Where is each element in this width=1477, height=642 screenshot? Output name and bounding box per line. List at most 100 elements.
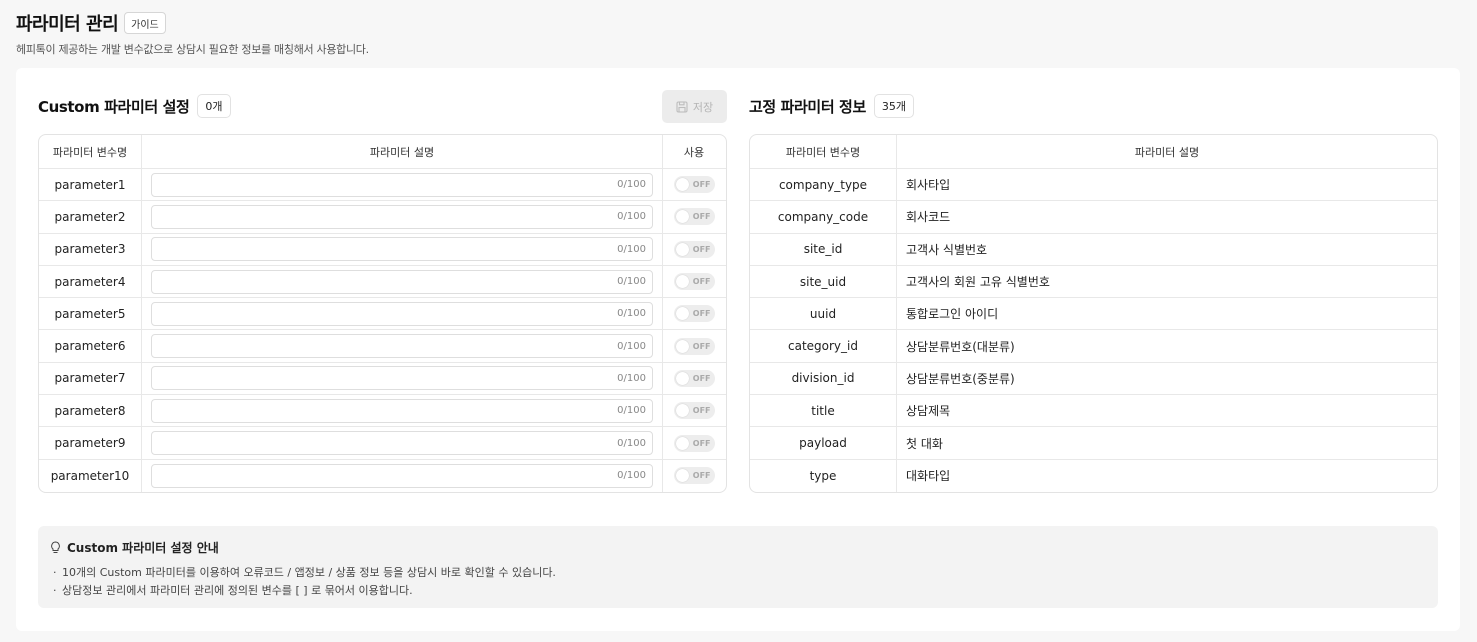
parameter-name: parameter6 [39,330,142,362]
table-row: parameter8 0/100 OFF [39,395,726,428]
fixed-parameter-description: 대화타입 [906,469,951,484]
fixed-parameter-description: 회사타입 [906,178,951,193]
fixed-parameter-name: type [750,459,897,492]
table-row: parameter3 0/100 OFF [39,233,726,266]
table-row: parameter1 0/100 OFF [39,169,726,202]
table-row: type 대화타입 [750,459,1437,492]
parameter-description-cell: 0/100 [142,169,663,201]
parameter-description-cell: 0/100 [142,427,663,459]
use-toggle[interactable]: OFF [673,208,715,226]
use-cell: OFF [663,266,725,297]
toggle-state-label: OFF [692,471,711,481]
fixed-parameter-table: 파라미터 변수명 파라미터 설명 company_type 회사타입 company… [749,134,1438,493]
parameter-description-input[interactable]: 0/100 [151,237,653,262]
use-toggle[interactable]: OFF [673,273,715,291]
list-item: · 10개의 Custom 파라미터를 이용하여 오류코드 / 앱정보 / 상품 … [50,564,1426,582]
table-header-row: 파라미터 변수명 파라미터 설명 [750,135,1437,169]
character-counter: 0/100 [617,340,646,352]
table-row: division_id 상담분류번호(중분류) [750,362,1437,396]
toggle-knob [675,404,689,418]
parameter-description-input[interactable]: 0/100 [151,301,653,326]
parameter-description-input[interactable]: 0/100 [151,366,653,391]
use-toggle[interactable]: OFF [673,402,715,420]
character-counter: 0/100 [617,211,646,223]
use-toggle[interactable]: OFF [673,176,715,194]
column-header-use: 사용 [683,145,705,159]
fixed-parameter-description: 고객사의 회원 고유 식별번호 [906,275,1050,290]
use-toggle[interactable]: OFF [673,240,715,258]
table-row: site_uid 고객사의 회원 고유 식별번호 [750,265,1437,299]
save-button-label: 저장 [692,100,714,114]
toggle-knob [675,275,689,289]
parameter-description-cell: 0/100 [142,265,663,298]
use-cell: OFF [663,234,725,265]
custom-count-badge: 0개 [197,94,231,118]
fixed-parameter-description: 상담분류번호(중분류) [906,371,1015,386]
use-toggle[interactable]: OFF [673,369,715,387]
parameter-description-input[interactable]: 0/100 [151,463,653,488]
toggle-knob [675,178,689,192]
fixed-parameter-description: 상담제목 [906,404,951,419]
use-toggle[interactable]: OFF [673,434,715,452]
parameter-name: parameter5 [39,298,142,330]
parameter-description-input[interactable]: 0/100 [151,172,653,197]
toggle-state-label: OFF [692,309,711,319]
fixed-parameter-description: 첫 대화 [906,436,943,451]
parameter-description-input[interactable]: 0/100 [151,204,653,229]
use-cell: OFF [663,363,725,394]
parameter-description-input[interactable]: 0/100 [151,398,653,423]
use-cell: OFF [663,427,725,458]
fixed-parameter-description: 통합로그인 아이디 [906,307,999,322]
parameter-description-cell: 0/100 [142,459,663,492]
fixed-count-badge: 35개 [873,94,914,118]
table-row: site_id 고객사 식별번호 [750,233,1437,266]
parameter-description-input[interactable]: 0/100 [151,431,653,456]
use-toggle[interactable]: OFF [673,305,715,323]
use-cell: OFF [663,330,725,361]
use-cell: OFF [663,169,725,200]
use-cell: OFF [663,298,725,329]
character-counter: 0/100 [617,437,646,449]
parameter-name: parameter3 [39,233,142,265]
save-button[interactable]: 저장 [662,90,727,123]
parameter-name: parameter9 [39,427,142,459]
toggle-state-label: OFF [692,244,711,254]
fixed-parameter-description: 상담분류번호(대분류) [906,339,1015,354]
toggle-knob [675,371,689,385]
character-counter: 0/100 [617,405,646,417]
toggle-state-label: OFF [692,212,711,222]
bullet: · [53,584,57,597]
guide-notice-box: Custom 파라미터 설정 안내 · 10개의 Custom 파라미터를 이용하… [38,526,1438,608]
bullet: · [53,566,57,579]
use-cell: OFF [663,395,725,426]
floppy-disk-icon [676,100,688,113]
table-row: parameter5 0/100 OFF [39,298,726,331]
table-header-row: 파라미터 변수명 파라미터 설명 사용 [39,135,726,169]
table-row: title 상담제목 [750,395,1437,428]
toggle-knob [675,339,689,353]
page-subtitle: 헤피톡이 제공하는 개발 변수값으로 상담시 필요한 정보를 매칭해서 사용합니… [16,43,369,56]
fixed-parameter-name: division_id [750,362,897,395]
parameter-description-input[interactable]: 0/100 [151,334,653,359]
toggle-state-label: OFF [692,180,711,190]
table-row: parameter7 0/100 OFF [39,362,726,396]
list-item: · 상담정보 관리에서 파라미터 관리에 정의된 변수를 [ ] 로 묶어서 이용… [50,582,1426,600]
toggle-knob [675,436,689,450]
custom-section-title: Custom 파라미터 설정 [38,97,190,116]
fixed-parameter-name: uuid [750,298,897,330]
fixed-section-title: 고정 파라미터 정보 [749,97,866,116]
fixed-parameter-description: 회사코드 [906,210,951,225]
parameter-description-input[interactable]: 0/100 [151,269,653,294]
character-counter: 0/100 [617,372,646,384]
use-toggle[interactable]: OFF [673,337,715,355]
character-counter: 0/100 [617,179,646,191]
main-card: Custom 파라미터 설정 0개 저장 파라미터 변수명 파라미터 설명 사용… [16,68,1460,631]
use-cell: OFF [663,460,725,492]
parameter-description-cell: 0/100 [142,201,663,233]
table-row: parameter9 0/100 OFF [39,427,726,460]
guide-button[interactable]: 가이드 [124,12,166,34]
fixed-parameter-name: site_uid [750,265,897,298]
table-row: parameter2 0/100 OFF [39,201,726,234]
column-header-description: 파라미터 설명 [1134,145,1200,159]
use-toggle[interactable]: OFF [673,467,715,485]
